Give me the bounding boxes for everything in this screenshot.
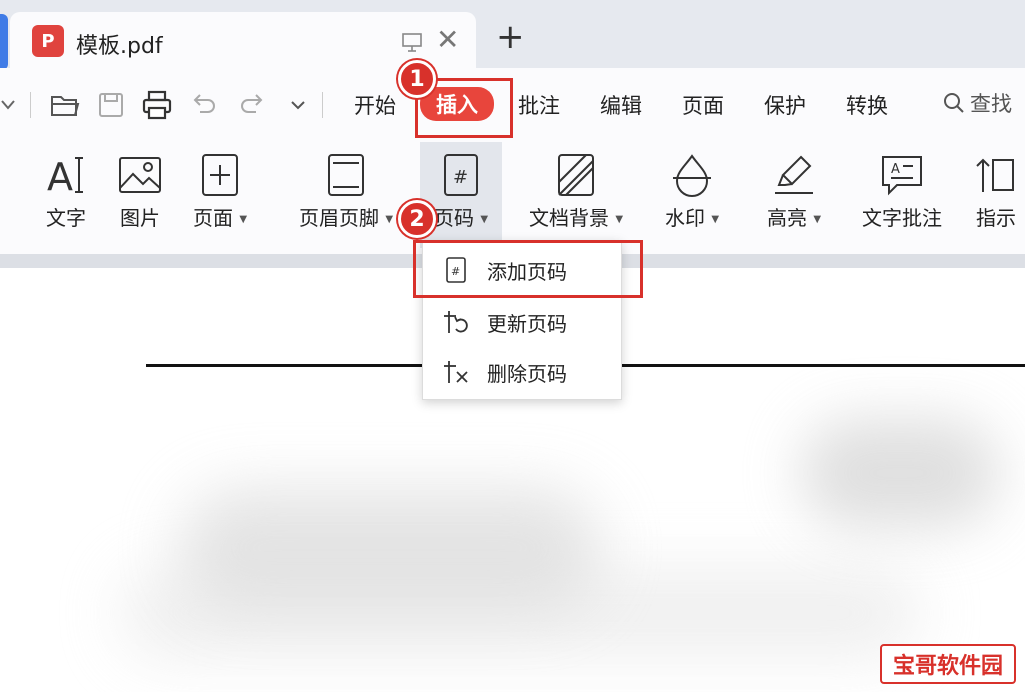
add-page-icon: [202, 154, 238, 196]
refresh-numbering-icon: [444, 311, 468, 333]
print-icon[interactable]: [140, 88, 174, 122]
header-footer-icon: [328, 154, 364, 196]
ribbon-indicator-button[interactable]: 指示: [972, 142, 1025, 248]
toolbar-divider: [30, 92, 31, 118]
undo-icon[interactable]: [188, 88, 218, 122]
annotation-box-add-page-number: [413, 240, 643, 298]
toolbar-divider: [322, 92, 323, 118]
ribbon-highlight-button[interactable]: 高亮 ▼: [756, 142, 832, 248]
ribbon-indicator-label: 指示: [976, 206, 1016, 230]
search-label: 查找: [970, 92, 1012, 116]
ribbon-watermark-label: 水印 ▼: [664, 206, 720, 230]
tab-page[interactable]: 页面: [682, 90, 724, 120]
ribbon-page-number-button[interactable]: # 页码 ▼: [420, 142, 502, 248]
pin-icon[interactable]: [400, 30, 424, 54]
tab-title: 模板.pdf: [76, 34, 163, 59]
menu-item-update-page-number[interactable]: 更新页码: [423, 297, 623, 347]
highlighter-icon: [775, 155, 813, 194]
close-tab-icon[interactable]: ✕: [436, 26, 459, 54]
background-icon: [558, 154, 594, 196]
menu-item-label: 删除页码: [487, 361, 567, 386]
delete-numbering-icon: [444, 361, 468, 383]
svg-text:A: A: [891, 162, 900, 177]
ribbon-highlight-label: 高亮 ▼: [766, 206, 822, 230]
ribbon-image-label: 图片: [120, 206, 160, 230]
pdf-file-icon: P: [32, 25, 64, 57]
ribbon-page-label: 页面 ▼: [192, 206, 248, 230]
text-comment-icon: A: [882, 156, 922, 196]
tab-comment[interactable]: 批注: [518, 90, 560, 120]
text-icon: A: [47, 155, 83, 198]
open-folder-icon[interactable]: [48, 88, 82, 122]
chevron-left-icon[interactable]: [0, 88, 16, 122]
search-box[interactable]: 查找: [942, 88, 1012, 118]
tab-start[interactable]: 开始: [354, 90, 396, 120]
tab-protect[interactable]: 保护: [764, 90, 806, 120]
tab-accent: [0, 14, 8, 70]
ribbon-watermark-button[interactable]: 水印 ▼: [654, 142, 730, 248]
page-number-icon: #: [444, 154, 478, 196]
ribbon-text-label: 文字: [46, 206, 86, 230]
save-icon[interactable]: [94, 88, 128, 122]
chevron-down-icon[interactable]: [288, 88, 308, 122]
ribbon-text-button[interactable]: A 文字: [38, 142, 94, 248]
svg-text:#: #: [453, 167, 468, 188]
ribbon-text-comment-label: 文字批注: [862, 206, 942, 230]
svg-text:A: A: [47, 155, 73, 198]
indicator-icon: [976, 158, 1014, 192]
step-badge-1: 1: [398, 60, 436, 98]
blurred-content: [180, 488, 600, 608]
menu-item-label: 更新页码: [487, 311, 567, 336]
redo-icon[interactable]: [238, 88, 268, 122]
step-badge-2: 2: [398, 200, 436, 238]
site-watermark: 宝哥软件园: [880, 644, 1016, 684]
ribbon-header-footer-button[interactable]: 页眉页脚 ▼: [288, 142, 404, 248]
ribbon-page-button[interactable]: 页面 ▼: [186, 142, 254, 248]
tab-convert[interactable]: 转换: [846, 90, 888, 120]
search-icon: [944, 93, 964, 113]
blurred-content: [800, 418, 1000, 528]
ribbon-doc-background-button[interactable]: 文档背景 ▼: [518, 142, 634, 248]
ribbon-header-footer-label: 页眉页脚 ▼: [298, 206, 394, 230]
ribbon-doc-background-label: 文档背景 ▼: [528, 206, 624, 230]
ribbon-image-button[interactable]: 图片: [110, 142, 170, 248]
image-icon: [119, 157, 161, 193]
tab-bar: P 模板.pdf ✕ +: [0, 0, 1025, 72]
insert-ribbon: A 文字 图片 页面 ▼ 页眉页脚 ▼ # 页码 ▼ 文档背景 ▼ 水印 ▼ 高…: [0, 142, 1025, 254]
menu-item-delete-page-number[interactable]: 删除页码: [423, 347, 623, 397]
tab-edit[interactable]: 编辑: [600, 90, 642, 120]
watermark-icon: [673, 154, 711, 197]
new-tab-button[interactable]: +: [496, 20, 525, 54]
ribbon-text-comment-button[interactable]: A 文字批注: [852, 142, 952, 248]
